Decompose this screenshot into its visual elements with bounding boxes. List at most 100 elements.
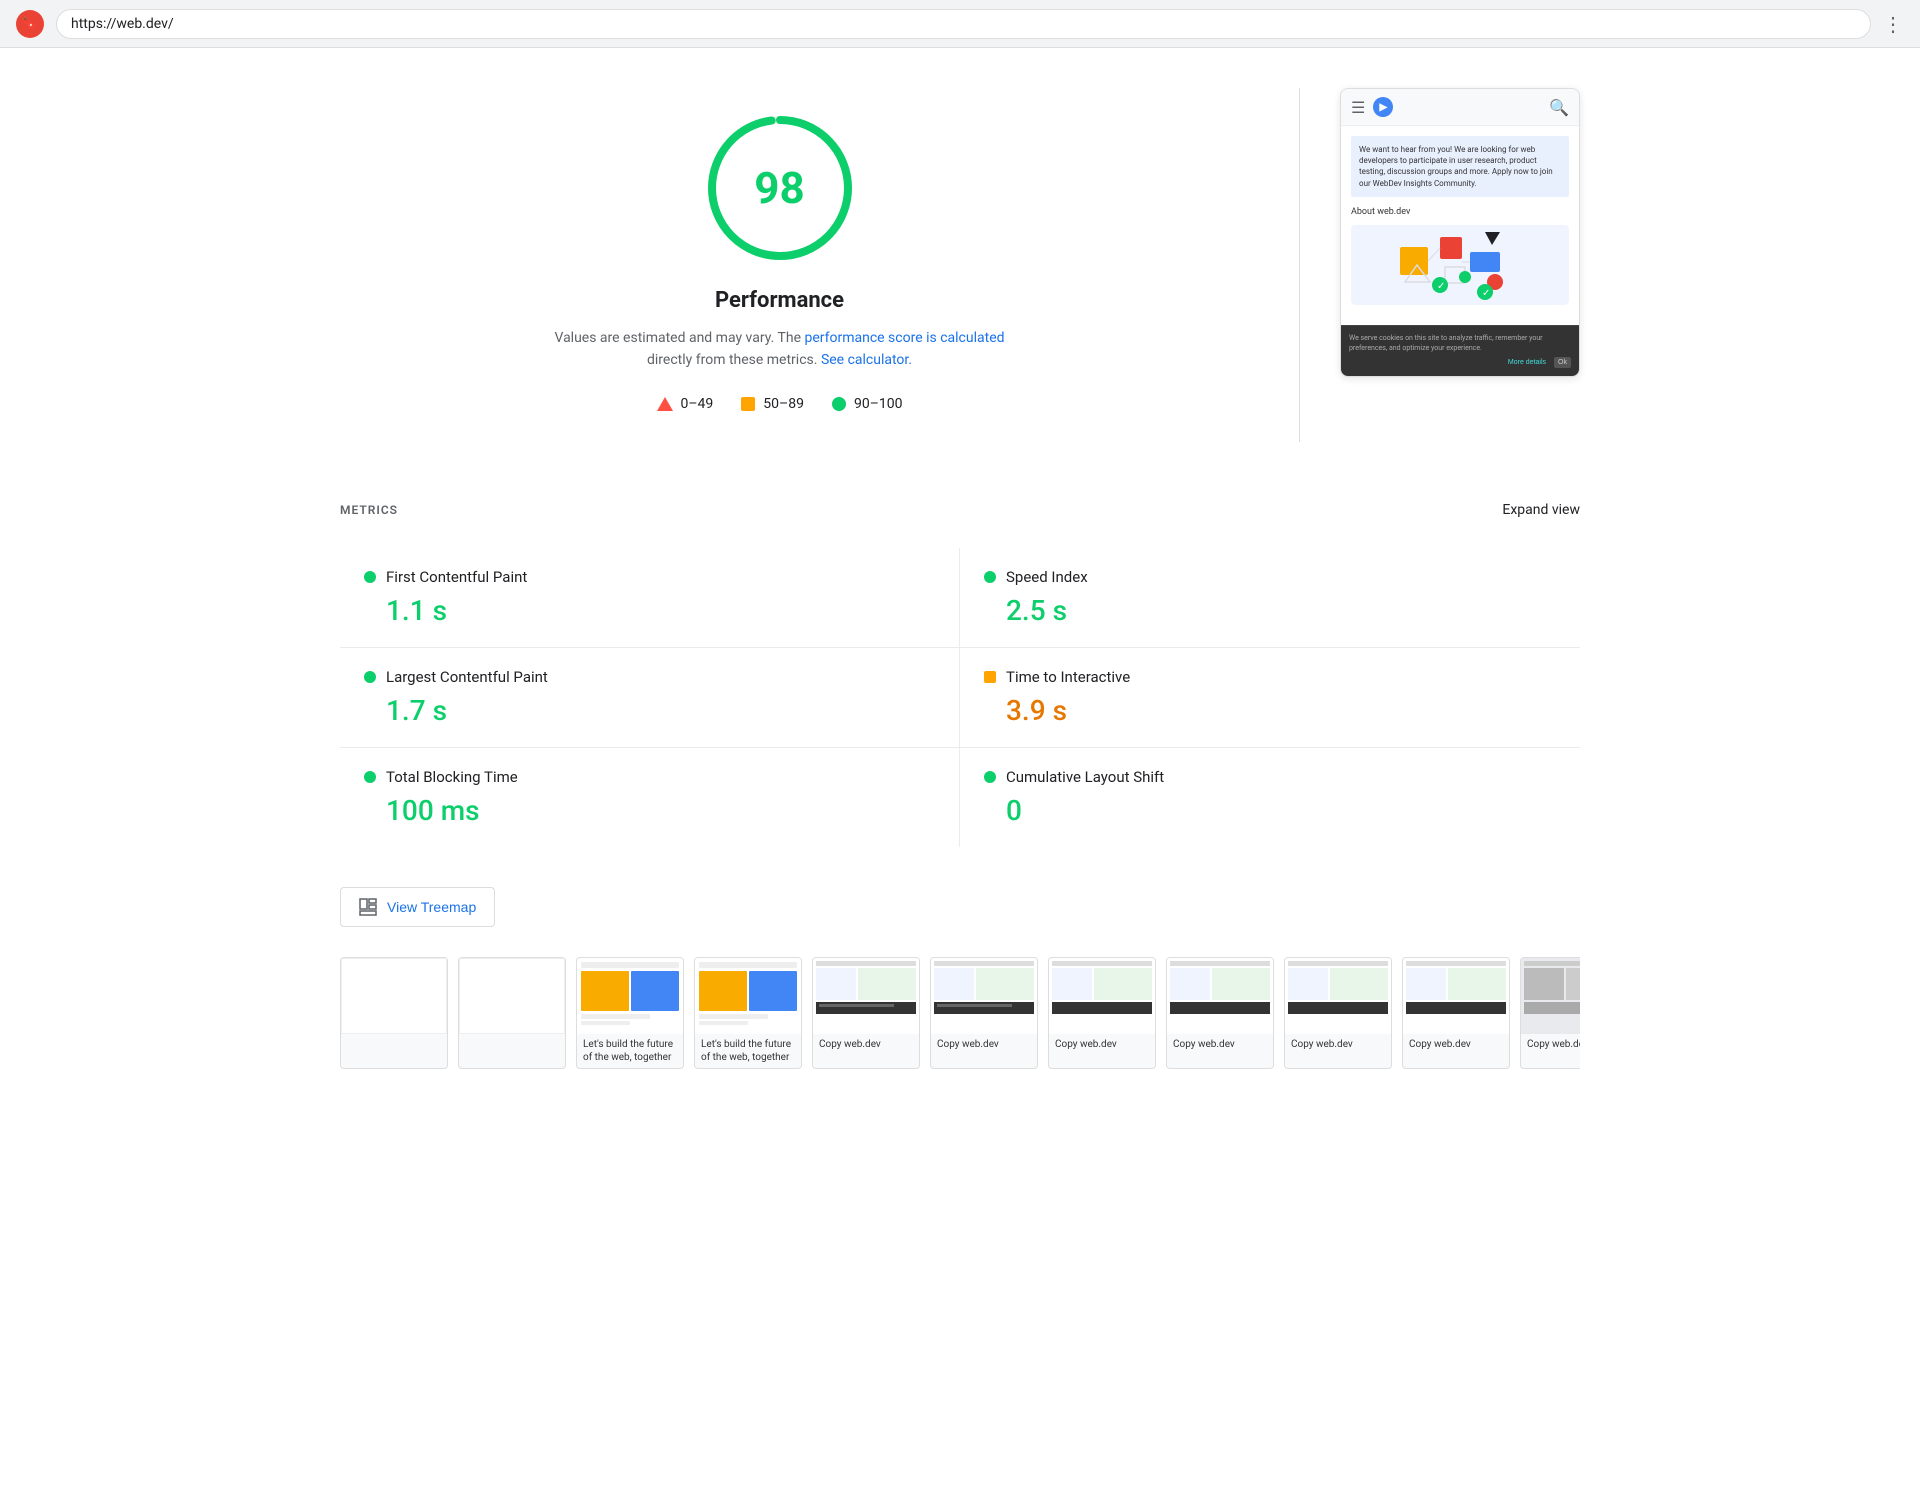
cookie-bar: We serve cookies on this site to analyze… [1341,325,1579,377]
cookie-ok-button[interactable]: Ok [1554,357,1571,368]
film-frame-1 [458,957,566,1069]
frame-7-caption: Copy web.dev [1167,1034,1273,1055]
section-divider [1299,88,1300,442]
film-frame-7: Copy web.dev [1166,957,1274,1069]
preview-illustration: ✓ ✓ [1351,225,1569,305]
frame-2-caption: Let's build the future of the web, toget… [577,1034,683,1068]
metric-tti-indicator [984,671,996,683]
metric-cls: Cumulative Layout Shift 0 [960,748,1580,847]
film-frame-9: Copy web.dev [1402,957,1510,1069]
metric-tti-name: Time to Interactive [1006,668,1130,686]
preview-banner: We want to hear from you! We are looking… [1351,136,1569,197]
average-range: 50–89 [763,396,804,412]
frame-4-image [813,958,919,1034]
frame-1-caption [459,1034,565,1042]
frame-8-caption: Copy web.dev [1285,1034,1391,1055]
performance-title: Performance [715,288,844,313]
score-value: 98 [754,162,805,214]
expand-view-button[interactable]: Expand view [1502,502,1580,518]
metric-tbt: Total Blocking Time 100 ms [340,748,960,847]
score-container: 98 Performance Values are estimated and … [340,88,1219,442]
calculator-link[interactable]: See calculator. [821,352,912,368]
metric-tbt-value: 100 ms [364,794,935,827]
treemap-section: View Treemap [260,867,1660,947]
frame-9-image [1403,958,1509,1034]
svg-text:✓: ✓ [1437,281,1445,292]
metric-lcp-header: Largest Contentful Paint [364,668,935,686]
treemap-button[interactable]: View Treemap [340,887,495,927]
frame-0-caption [341,1034,447,1042]
frame-1-image [459,958,565,1034]
film-frame-3: Let's build the future of the web, toget… [694,957,802,1069]
frame-6-image [1049,958,1155,1034]
legend-average: 50–89 [741,396,804,412]
metric-tti-value: 3.9 s [984,694,1556,727]
cookie-buttons[interactable]: More details Ok [1349,357,1571,368]
pass-range: 90–100 [854,396,903,412]
frame-7-image [1167,958,1273,1034]
url-bar[interactable]: https://web.dev/ [56,9,1871,39]
frame-5-image [931,958,1037,1034]
treemap-button-label: View Treemap [387,899,476,915]
metric-lcp-indicator [364,671,376,683]
legend-fail: 0–49 [657,396,714,412]
metric-cls-name: Cumulative Layout Shift [1006,768,1164,786]
average-icon [741,397,755,411]
film-frame-4: Copy web.dev [812,957,920,1069]
more-details-link[interactable]: More details [1504,357,1550,368]
metric-cls-indicator [984,771,996,783]
browser-menu-icon[interactable]: ⋮ [1883,12,1904,36]
metric-si-value: 2.5 s [984,594,1556,627]
film-frame-10: Copy web.dev [1520,957,1580,1069]
film-frame-8: Copy web.dev [1284,957,1392,1069]
filmstrip[interactable]: Let's build the future of the web, toget… [340,957,1580,1069]
metric-cls-header: Cumulative Layout Shift [984,768,1556,786]
film-frame-6: Copy web.dev [1048,957,1156,1069]
frame-9-caption: Copy web.dev [1403,1034,1509,1055]
metric-cls-value: 0 [984,794,1556,827]
frame-3-image [695,958,801,1034]
metric-fcp-header: First Contentful Paint [364,568,935,586]
pass-icon [832,397,846,411]
frame-2-image [577,958,683,1034]
metric-fcp-indicator [364,571,376,583]
svg-text:✓: ✓ [1482,288,1490,299]
preview-card: ☰ ▶ 🔍 We want to hear from you! We are l… [1340,88,1580,377]
metric-si-name: Speed Index [1006,568,1088,586]
frame-10-image [1521,958,1580,1034]
metric-fcp: First Contentful Paint 1.1 s [340,548,960,648]
fail-range: 0–49 [681,396,714,412]
frame-3-caption: Let's build the future of the web, toget… [695,1034,801,1068]
metrics-section: METRICS Expand view First Contentful Pai… [260,482,1660,867]
preview-header: ☰ ▶ 🔍 [1341,89,1579,126]
fail-icon [657,397,673,411]
score-section: 98 Performance Values are estimated and … [340,88,1259,442]
metric-lcp-value: 1.7 s [364,694,935,727]
metric-si: Speed Index 2.5 s [960,548,1580,648]
performance-gauge: 98 [700,108,860,268]
metrics-grid: First Contentful Paint 1.1 s Speed Index… [340,548,1580,847]
frame-4-caption: Copy web.dev [813,1034,919,1055]
browser-logo: 🔖 [16,10,44,38]
metric-fcp-value: 1.1 s [364,594,935,627]
film-frame-0 [340,957,448,1069]
main-content: 98 Performance Values are estimated and … [260,48,1660,482]
metric-lcp: Largest Contentful Paint 1.7 s [340,648,960,748]
perf-score-link[interactable]: performance score is calculated [804,330,1004,346]
metric-si-header: Speed Index [984,568,1556,586]
film-frame-2: Let's build the future of the web, toget… [576,957,684,1069]
metric-fcp-name: First Contentful Paint [386,568,527,586]
frame-10-caption: Copy web.dev [1521,1034,1580,1055]
frame-0-image [341,958,447,1034]
hamburger-icon: ☰ [1351,98,1365,117]
metric-lcp-name: Largest Contentful Paint [386,668,548,686]
metric-tbt-header: Total Blocking Time [364,768,935,786]
metrics-label: METRICS [340,503,398,517]
frame-5-caption: Copy web.dev [931,1034,1037,1055]
metric-si-indicator [984,571,996,583]
search-icon: 🔍 [1549,98,1569,117]
film-frame-5: Copy web.dev [930,957,1038,1069]
metric-tti-header: Time to Interactive [984,668,1556,686]
filmstrip-section: Let's build the future of the web, toget… [260,947,1660,1099]
legend-pass: 90–100 [832,396,903,412]
